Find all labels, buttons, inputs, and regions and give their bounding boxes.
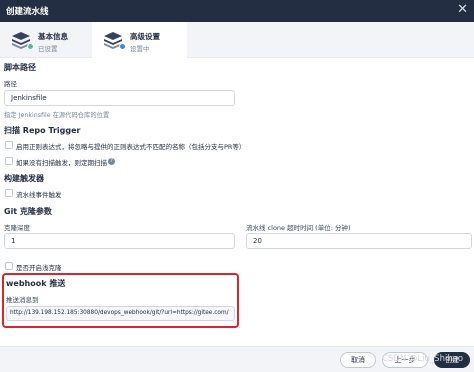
pipeline-event-checkbox[interactable]: [5, 189, 13, 197]
step-status: 已设置: [38, 45, 58, 53]
watermark: CSDN @Liu_Shihao: [382, 354, 464, 364]
regex-checkbox[interactable]: [5, 141, 13, 149]
script-path-input[interactable]: Jenkinsfile: [4, 90, 235, 106]
script-path-hint: 指定 Jenkinsfile 在源代码仓库的位置: [4, 112, 110, 119]
step-name: 基本信息: [38, 32, 68, 41]
shallow-clone-checkbox[interactable]: [5, 262, 13, 270]
cancel-button[interactable]: 取消: [340, 352, 376, 368]
periodic-scan-label: 如果没有扫描触发，则定期扫描: [16, 159, 107, 167]
close-icon[interactable]: ✕: [457, 2, 468, 17]
clone-depth-label: 克隆深度: [4, 224, 30, 232]
script-path-heading: 脚本路径: [4, 63, 36, 72]
step-status: 设置中: [130, 45, 150, 53]
dialog-header: 创建流水线 ✕: [0, 0, 474, 22]
clone-depth-input[interactable]: 1: [4, 233, 235, 249]
step-done-badge: [27, 43, 34, 50]
step-active-badge: [119, 43, 126, 50]
help-icon[interactable]: ?: [108, 158, 115, 165]
step-name: 高级设置: [130, 32, 160, 41]
build-trigger-heading: 构建触发器: [4, 174, 44, 183]
step-bar: 基本信息 已设置 高级设置 设置中: [0, 22, 474, 58]
shallow-clone-label: 是否开启浅克隆: [16, 264, 62, 272]
git-clone-heading: Git 克隆参数: [4, 207, 52, 216]
pipeline-event-label: 流水线事件触发: [16, 191, 62, 199]
clone-timeout-input[interactable]: 20: [246, 233, 472, 249]
periodic-scan-checkbox[interactable]: [5, 157, 13, 165]
webhook-url-field[interactable]: http://139.198.152.185:30880/devops_webh…: [6, 306, 235, 321]
webhook-label: 推送消息到: [6, 296, 39, 304]
step-basic-info[interactable]: 基本信息 已设置: [0, 22, 92, 58]
step-advanced-settings[interactable]: 高级设置 设置中: [92, 22, 187, 58]
scan-heading: 扫描 Repo Trigger: [4, 126, 81, 135]
clone-timeout-label: 流水线 clone 超时时间 (单位: 分钟): [246, 224, 351, 232]
dialog-title: 创建流水线: [6, 7, 49, 17]
regex-checkbox-label: 启用正则表达式，将忽略与提供的正则表达式不匹配的名称（包括分支与PR等）: [16, 143, 246, 151]
script-path-label: 路径: [4, 80, 17, 88]
webhook-heading: webhook 推送: [6, 279, 66, 288]
